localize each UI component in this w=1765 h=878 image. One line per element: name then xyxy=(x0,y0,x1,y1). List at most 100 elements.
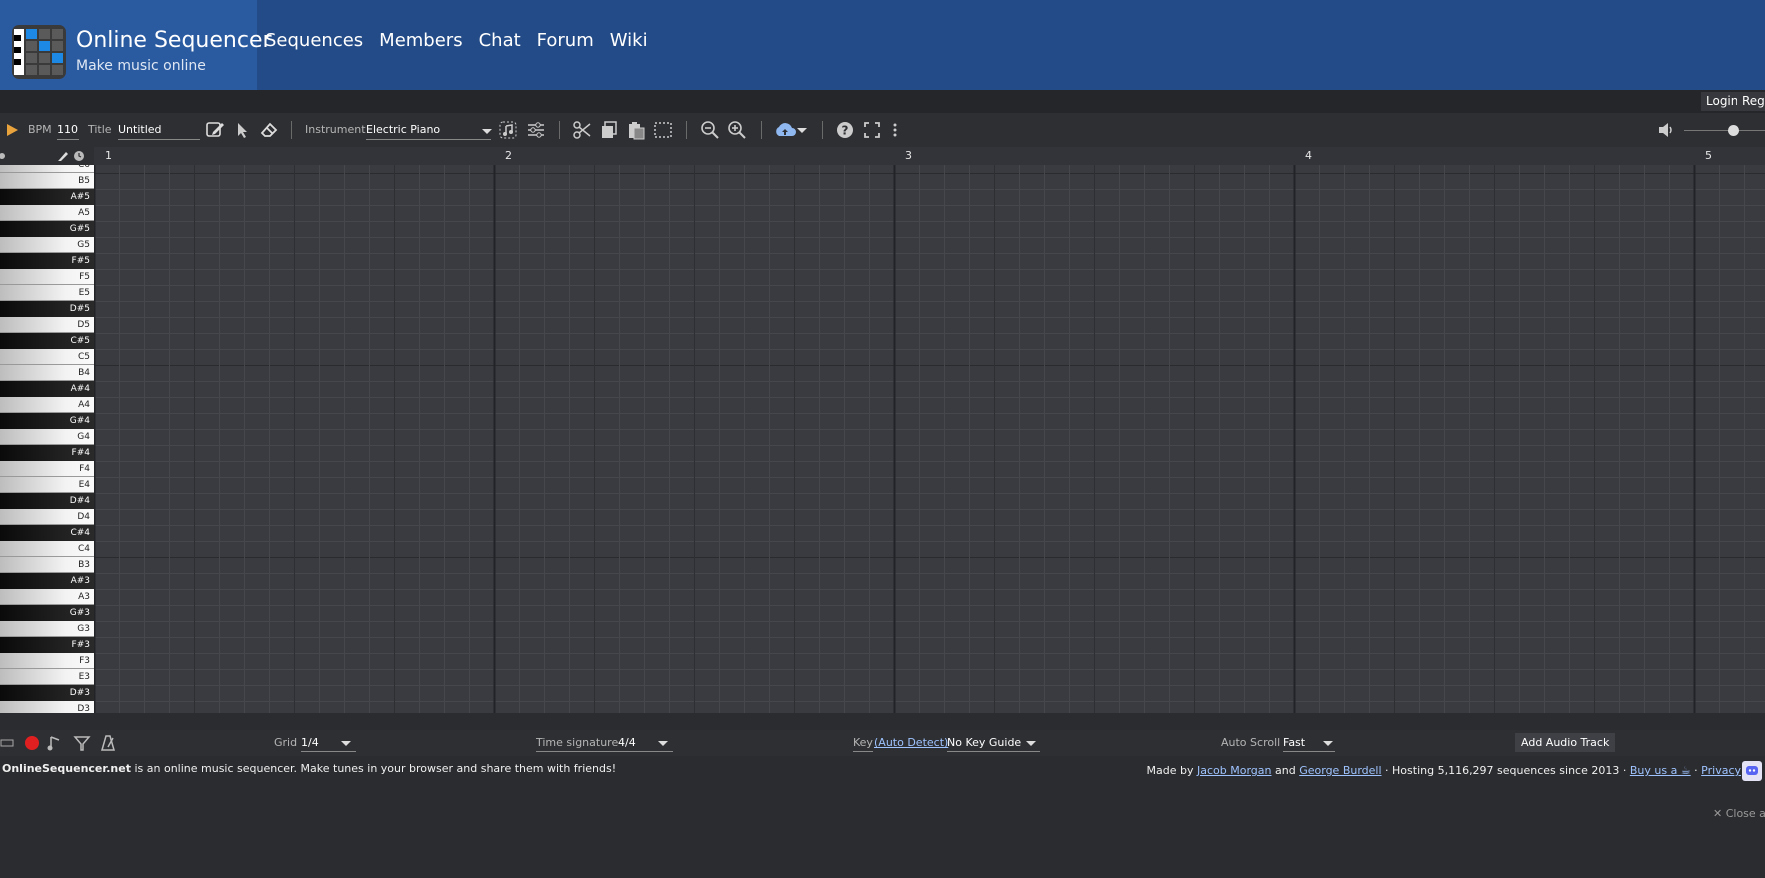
piano-key[interactable]: F3 xyxy=(0,653,94,669)
site-name: OnlineSequencer.net xyxy=(2,762,131,775)
piano-key[interactable]: A#5 xyxy=(0,189,94,205)
piano-key[interactable]: D#3 xyxy=(0,685,94,701)
title-input[interactable]: Untitled xyxy=(118,121,200,140)
chevron-down-icon[interactable] xyxy=(653,733,673,753)
record-icon[interactable] xyxy=(22,733,42,753)
volume-icon[interactable] xyxy=(1657,120,1677,140)
nav-forum[interactable]: Forum xyxy=(537,30,594,51)
measure-number: 1 xyxy=(105,149,112,162)
piano-key[interactable]: G#4 xyxy=(0,413,94,429)
clock-icon[interactable] xyxy=(73,150,86,162)
add-audio-track-button[interactable]: Add Audio Track xyxy=(1515,733,1616,752)
paste-icon[interactable] xyxy=(626,120,646,140)
bpm-input[interactable]: 110 xyxy=(57,121,79,140)
zoom-in-icon[interactable] xyxy=(727,120,747,140)
cursor-icon[interactable] xyxy=(232,120,252,140)
piano-key[interactable]: D#5 xyxy=(0,301,94,317)
fullscreen-icon[interactable] xyxy=(862,120,882,140)
metronome-icon[interactable] xyxy=(98,733,118,753)
key-label: Key xyxy=(853,735,873,752)
hosting-stats: · Hosting 5,116,297 sequences since 2013… xyxy=(1381,764,1630,777)
piano-key[interactable]: C#5 xyxy=(0,333,94,349)
timeline-ruler[interactable] xyxy=(94,147,1765,165)
play-icon[interactable] xyxy=(2,120,22,140)
piano-key[interactable]: D3 xyxy=(0,701,94,713)
zoom-out-icon[interactable] xyxy=(700,120,720,140)
chevron-down-icon[interactable] xyxy=(1021,733,1041,753)
nav-chat[interactable]: Chat xyxy=(479,30,521,51)
piano-key[interactable]: E5 xyxy=(0,285,94,301)
note-grid[interactable] xyxy=(94,165,1765,713)
pencil-icon[interactable] xyxy=(57,150,70,162)
cut-icon[interactable] xyxy=(572,120,592,140)
piano-key[interactable]: A5 xyxy=(0,205,94,221)
piano-key[interactable]: D5 xyxy=(0,317,94,333)
volume-slider-track[interactable] xyxy=(1684,130,1765,131)
piano-key[interactable]: B4 xyxy=(0,365,94,381)
piano-key[interactable]: F5 xyxy=(0,269,94,285)
chevron-down-icon[interactable] xyxy=(336,733,356,753)
gear-icon[interactable] xyxy=(0,150,8,162)
pencil-icon[interactable] xyxy=(205,120,225,140)
nav-wiki[interactable]: Wiki xyxy=(610,30,648,51)
piano-key[interactable]: C5 xyxy=(0,349,94,365)
volume-slider-handle[interactable] xyxy=(1728,125,1739,136)
piano-key[interactable]: C6 xyxy=(0,165,94,173)
piano-key[interactable]: B3 xyxy=(0,557,94,573)
instrument-select[interactable]: Electric Piano xyxy=(366,121,491,140)
piano-key[interactable]: A#3 xyxy=(0,573,94,589)
close-ad-button[interactable]: ✕ Close ad xyxy=(1713,807,1765,820)
auto-detect-key-link[interactable]: (Auto Detect) xyxy=(874,735,948,751)
author-link[interactable]: Jacob Morgan xyxy=(1197,764,1272,777)
eraser-icon[interactable] xyxy=(259,120,279,140)
discord-icon[interactable] xyxy=(1742,761,1762,781)
author-link[interactable]: George Burdell xyxy=(1299,764,1381,777)
piano-keyboard[interactable]: C6 B5 A#5 A5 G#5 G5 F#5 F5 E5 D#5 D5 C#5 C5 B4 A#4 A4 G#… xyxy=(0,165,94,713)
donate-link[interactable]: Buy us a ☕ xyxy=(1630,764,1691,777)
piano-key[interactable]: E4 xyxy=(0,477,94,493)
cloud-upload-icon[interactable] xyxy=(773,120,797,140)
metronome-notes-icon[interactable] xyxy=(46,733,66,753)
grid-label: Grid xyxy=(274,736,298,749)
settings-sliders-icon[interactable] xyxy=(526,120,546,140)
toolbar-divider xyxy=(686,121,687,139)
piano-key[interactable]: A4 xyxy=(0,397,94,413)
footer-description: OnlineSequencer.net is an online music s… xyxy=(2,762,616,775)
separator: · xyxy=(1690,764,1702,777)
piano-key[interactable]: G#5 xyxy=(0,221,94,237)
piano-key[interactable]: E3 xyxy=(0,669,94,685)
piano-key[interactable]: C#4 xyxy=(0,525,94,541)
filter-icon[interactable] xyxy=(72,733,92,753)
piano-key[interactable]: D4 xyxy=(0,509,94,525)
piano-key[interactable]: D#4 xyxy=(0,493,94,509)
piano-key[interactable]: F#5 xyxy=(0,253,94,269)
select-area-icon[interactable] xyxy=(653,120,673,140)
piano-key[interactable]: F#3 xyxy=(0,637,94,653)
chevron-down-icon[interactable] xyxy=(1318,733,1338,753)
toolbar-divider xyxy=(822,121,823,139)
piano-key[interactable]: A3 xyxy=(0,589,94,605)
piano-key[interactable]: G#3 xyxy=(0,605,94,621)
piano-key[interactable]: F4 xyxy=(0,461,94,477)
keyboard-icon[interactable] xyxy=(0,733,14,753)
piano-key[interactable]: B5 xyxy=(0,173,94,189)
more-options-icon[interactable] xyxy=(890,120,900,140)
chevron-down-icon[interactable] xyxy=(795,120,809,140)
nav-members[interactable]: Members xyxy=(379,30,462,51)
chevron-down-icon[interactable] xyxy=(477,121,497,141)
piano-key[interactable]: A#4 xyxy=(0,381,94,397)
piano-key[interactable]: G5 xyxy=(0,237,94,253)
help-icon[interactable]: ? xyxy=(835,120,855,140)
piano-key[interactable]: C4 xyxy=(0,541,94,557)
instrument-label: Instrument xyxy=(305,123,366,136)
piano-key[interactable]: F#4 xyxy=(0,445,94,461)
copy-icon[interactable] xyxy=(599,120,619,140)
instrument-music-icon[interactable] xyxy=(498,120,518,140)
account-strip xyxy=(0,90,1765,113)
piano-key[interactable]: G4 xyxy=(0,429,94,445)
piano-key[interactable]: G3 xyxy=(0,621,94,637)
nav-sequences[interactable]: Sequences xyxy=(265,30,363,51)
privacy-link[interactable]: Privacy xyxy=(1701,764,1741,777)
made-by-text: Made by xyxy=(1146,764,1198,777)
register-button[interactable]: Regi xyxy=(1737,92,1765,111)
